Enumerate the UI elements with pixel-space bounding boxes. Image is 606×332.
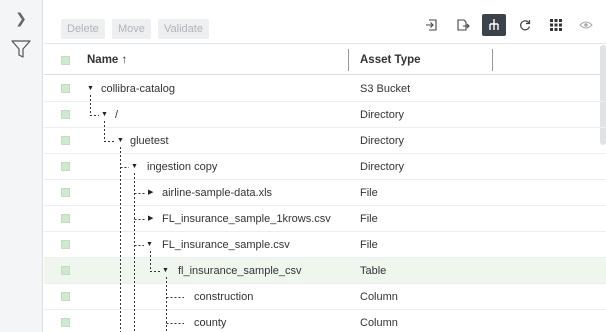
row-checkbox[interactable]	[61, 136, 70, 145]
move-button[interactable]: Move	[112, 19, 151, 39]
row-checkbox[interactable]	[61, 162, 70, 171]
catalog-tree-view: ❯ Delete Move Validate Name ↑ Asset Type…	[0, 0, 606, 332]
asset-name: FL_insurance_sample.csv	[162, 239, 290, 251]
collapse-triangle-icon[interactable]: ▼	[117, 128, 124, 154]
row-checkbox[interactable]	[61, 214, 70, 223]
asset-name: airline-sample-data.xls	[162, 187, 273, 199]
asset-type: File	[360, 239, 378, 251]
asset-name: fl_insurance_sample_csv	[178, 265, 302, 277]
asset-type: File	[360, 187, 378, 199]
row-checkbox[interactable]	[61, 240, 70, 249]
row-checkbox[interactable]	[61, 266, 70, 275]
column-resize-handle[interactable]	[492, 49, 493, 71]
filter-icon[interactable]	[10, 38, 32, 60]
asset-type-column-header[interactable]: Asset Type	[360, 45, 421, 75]
collapse-triangle-icon[interactable]: ▼	[131, 154, 138, 180]
grid-icon[interactable]	[544, 14, 568, 36]
collapse-triangle-icon[interactable]: ▼	[162, 258, 169, 284]
table-row[interactable]: ▼ FL_insurance_sample.csv File	[44, 232, 606, 258]
table-row[interactable]: ▼ collibra-catalog S3 Bucket	[44, 76, 606, 102]
asset-type: Directory	[360, 135, 405, 147]
import-icon[interactable]	[420, 14, 444, 36]
table-row[interactable]: county Column	[44, 310, 606, 332]
row-checkbox[interactable]	[61, 188, 70, 197]
asset-name: gluetest	[130, 135, 169, 147]
left-rail: ❯	[0, 0, 43, 332]
table-header: Name ↑ Asset Type	[44, 45, 606, 75]
collapse-triangle-icon[interactable]: ▼	[101, 102, 108, 128]
column-resize-handle[interactable]	[348, 49, 349, 71]
asset-name: FL_insurance_sample_1krows.csv	[162, 213, 331, 225]
asset-name: construction	[194, 291, 254, 303]
table-body: ▼ collibra-catalog S3 Bucket ▼ / Directo…	[44, 76, 606, 332]
asset-type: S3 Bucket	[360, 83, 411, 95]
asset-name: /	[115, 109, 119, 121]
chevron-right-icon[interactable]: ❯	[13, 10, 29, 26]
asset-type: Column	[360, 291, 398, 303]
refresh-icon[interactable]	[513, 14, 537, 36]
name-column-header[interactable]: Name ↑	[87, 45, 127, 75]
expand-triangle-icon[interactable]: ▶	[148, 206, 153, 232]
asset-name: ingestion copy	[147, 161, 218, 173]
collapse-triangle-icon[interactable]: ▼	[87, 76, 94, 102]
table-row[interactable]: ▶ airline-sample-data.xls File	[44, 180, 606, 206]
row-checkbox[interactable]	[61, 84, 70, 93]
asset-name: collibra-catalog	[101, 83, 175, 95]
row-checkbox[interactable]	[61, 318, 70, 327]
row-checkbox[interactable]	[61, 110, 70, 119]
table-row[interactable]: ▶ FL_insurance_sample_1krows.csv File	[44, 206, 606, 232]
hierarchy-icon[interactable]	[482, 14, 506, 36]
table-row[interactable]: ▼ ingestion copy Directory	[44, 154, 606, 180]
expand-triangle-icon[interactable]: ▶	[148, 180, 153, 206]
table-row-selected[interactable]: ▼ fl_insurance_sample_csv Table	[44, 258, 606, 284]
asset-type: File	[360, 213, 378, 225]
asset-type: Directory	[360, 109, 405, 121]
table-row[interactable]: construction Column	[44, 284, 606, 310]
table-row[interactable]: ▼ gluetest Directory	[44, 128, 606, 154]
asset-type: Column	[360, 317, 398, 329]
delete-button[interactable]: Delete	[61, 19, 105, 39]
row-checkbox[interactable]	[61, 292, 70, 301]
select-all-checkbox[interactable]	[61, 56, 70, 65]
asset-type: Directory	[360, 161, 405, 173]
asset-type: Table	[360, 265, 387, 277]
table-row[interactable]: ▼ / Directory	[44, 102, 606, 128]
eye-icon[interactable]	[574, 14, 598, 36]
toolbar: Delete Move Validate	[44, 0, 606, 44]
export-icon[interactable]	[451, 14, 475, 36]
collapse-triangle-icon[interactable]: ▼	[146, 232, 153, 258]
asset-name: county	[194, 317, 227, 329]
validate-button[interactable]: Validate	[158, 19, 209, 39]
